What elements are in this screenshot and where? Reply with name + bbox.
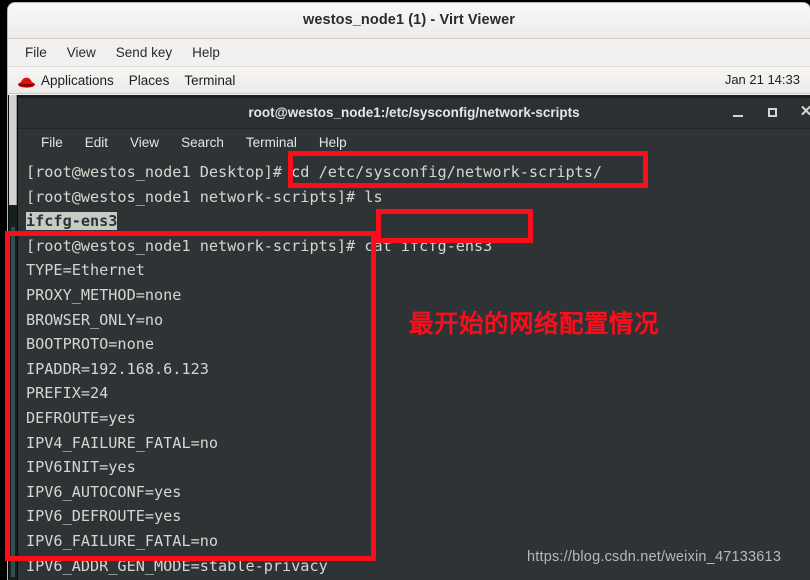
- menu-item-help[interactable]: Help: [183, 43, 229, 62]
- desktop-left-strip: [8, 95, 18, 580]
- close-icon[interactable]: ✕: [798, 104, 810, 120]
- terminal-line: DEFROUTE=yes: [26, 408, 136, 427]
- panel-clock[interactable]: Jan 21 14:33: [725, 72, 800, 87]
- terminal-menu-view[interactable]: View: [119, 133, 170, 152]
- desktop-scroll-edge[interactable]: [9, 95, 17, 205]
- terminal-title: root@westos_node1:/etc/sysconfig/network…: [248, 105, 580, 120]
- panel-item-terminal[interactable]: Terminal: [180, 72, 246, 89]
- panel-item-applications[interactable]: Applications: [37, 72, 125, 89]
- terminal-window-controls: ✕: [730, 104, 810, 120]
- panel-item-places[interactable]: Places: [125, 72, 181, 89]
- terminal-line: TYPE=Ethernet: [26, 261, 145, 280]
- terminal-line: [root@westos_node1 Desktop]# cd /etc/sys…: [26, 163, 603, 181]
- menu-item-file[interactable]: File: [16, 43, 56, 62]
- terminal-menubar: File Edit View Search Terminal Help: [18, 129, 810, 156]
- terminal-line: [root@westos_node1 network-scripts]# cat…: [26, 236, 493, 255]
- terminal-line: IPV6INIT=yes: [26, 458, 136, 477]
- virt-viewer-menubar: File View Send key Help: [8, 39, 810, 67]
- annotation-note: 最开始的网络配置情况: [409, 309, 659, 338]
- terminal-line: IPV6_DEFROUTE=yes: [26, 507, 182, 526]
- menu-item-send-key[interactable]: Send key: [107, 43, 181, 62]
- terminal-menu-file[interactable]: File: [30, 133, 74, 152]
- terminal-line: IPADDR=192.168.6.123: [26, 359, 209, 378]
- terminal-menu-edit[interactable]: Edit: [74, 133, 119, 152]
- terminal-line: [root@westos_node1 network-scripts]# ls: [26, 187, 383, 206]
- maximize-icon[interactable]: [764, 104, 780, 120]
- watermark: https://blog.csdn.net/weixin_47133613: [527, 549, 782, 565]
- terminal-menu-terminal[interactable]: Terminal: [235, 133, 308, 152]
- terminal-line: PROXY_METHOD=none: [26, 285, 182, 304]
- terminal-line: IPV4_FAILURE_FATAL=no: [26, 433, 219, 452]
- terminal-line: ifcfg-ens3: [26, 209, 810, 234]
- screenshot-root: westos_node1 (1) - Virt Viewer File View…: [0, 0, 810, 580]
- terminal-titlebar[interactable]: root@westos_node1:/etc/sysconfig/network…: [18, 98, 810, 129]
- terminal-menu-search[interactable]: Search: [170, 133, 235, 152]
- gnome-top-panel: Applications Places Terminal Jan 21 14:3…: [8, 67, 810, 94]
- terminal-line: PREFIX=24: [26, 384, 109, 403]
- ls-highlighted-filename: ifcfg-ens3: [26, 212, 118, 231]
- desktop-teal-strip: [11, 227, 15, 577]
- virt-viewer-title: westos_node1 (1) - Virt Viewer: [303, 12, 515, 28]
- terminal-menu-help[interactable]: Help: [308, 133, 358, 152]
- minimize-icon[interactable]: [730, 104, 746, 120]
- virt-viewer-window: westos_node1 (1) - Virt Viewer File View…: [8, 3, 810, 580]
- menu-item-view[interactable]: View: [58, 43, 105, 62]
- terminal-output[interactable]: [root@westos_node1 Desktop]# cd /etc/sys…: [18, 157, 810, 580]
- terminal-line: IPV6_AUTOCONF=yes: [26, 482, 182, 501]
- redhat-icon: [17, 75, 36, 89]
- virt-viewer-titlebar[interactable]: westos_node1 (1) - Virt Viewer: [8, 3, 810, 39]
